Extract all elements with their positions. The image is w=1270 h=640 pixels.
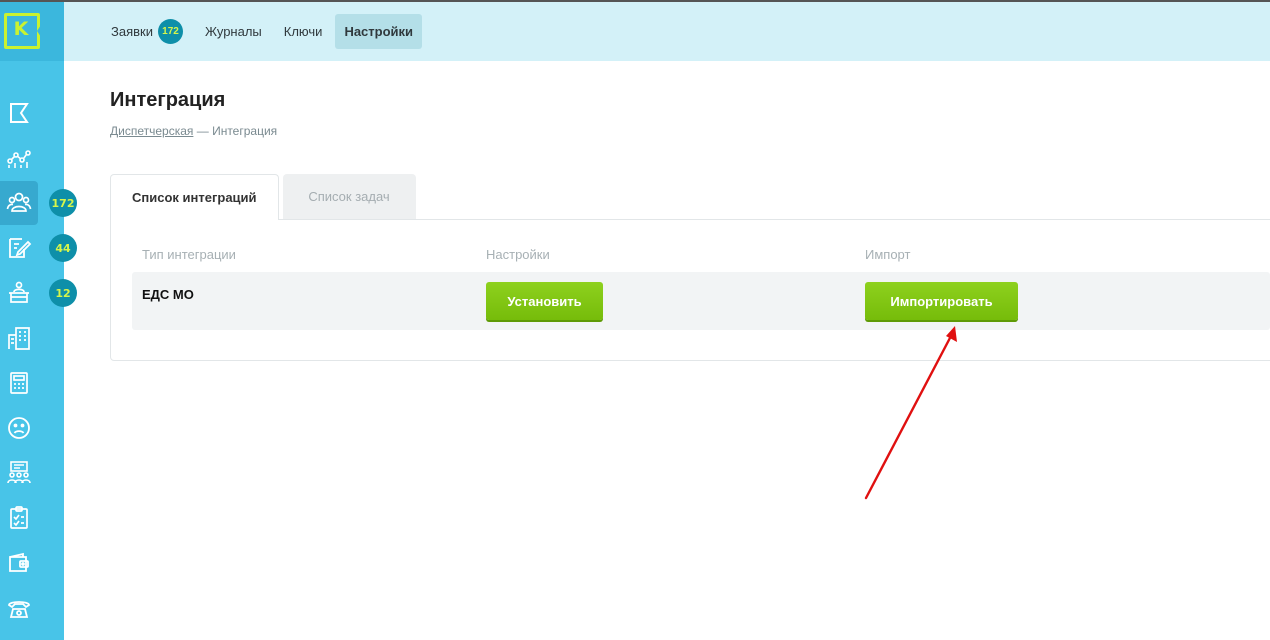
logo-letter: K bbox=[13, 18, 29, 40]
window-top-border bbox=[0, 0, 1270, 2]
breadcrumb-separator: — bbox=[193, 124, 213, 138]
sidebar-item-reception[interactable] bbox=[0, 271, 38, 315]
sidebar-item-complaints[interactable] bbox=[0, 406, 38, 450]
sidebar-item-calculator[interactable] bbox=[0, 361, 38, 405]
breadcrumb-link-dispatch[interactable]: Диспетчерская bbox=[110, 124, 193, 138]
sidebar-item-meetings[interactable] bbox=[0, 451, 38, 495]
meeting-icon bbox=[7, 461, 31, 484]
tab-requests-badge: 172 bbox=[157, 19, 183, 44]
import-button[interactable]: Импортировать bbox=[865, 282, 1018, 320]
tab-settings[interactable]: Настройки bbox=[335, 14, 423, 49]
top-header: Заявки 172 Журналы Ключи Настройки bbox=[64, 2, 1270, 61]
table-row bbox=[132, 272, 1270, 330]
logo: K bbox=[4, 13, 49, 49]
edit-document-icon bbox=[9, 238, 32, 258]
integration-type-cell: ЕДС МО bbox=[142, 287, 194, 302]
sidebar-item-tasks[interactable] bbox=[0, 496, 38, 540]
tab-journals-label: Журналы bbox=[204, 24, 262, 39]
column-header-type: Тип интеграции bbox=[142, 247, 236, 262]
building-icon bbox=[8, 327, 30, 350]
sidebar: K 172 44 12 bbox=[0, 0, 77, 640]
sidebar-item-buildings[interactable] bbox=[0, 316, 38, 360]
tab-requests[interactable]: Заявки 172 bbox=[102, 14, 192, 49]
tab-settings-label: Настройки bbox=[344, 24, 414, 39]
tab-requests-label: Заявки bbox=[111, 24, 153, 39]
sidebar-item-analytics[interactable] bbox=[0, 136, 38, 180]
reception-desk-icon bbox=[9, 281, 29, 303]
sidebar-item-calls[interactable] bbox=[0, 586, 38, 630]
analytics-icon bbox=[7, 150, 31, 168]
tab-keys-label: Ключи bbox=[283, 24, 323, 39]
calculator-icon bbox=[10, 372, 28, 394]
flag-icon bbox=[10, 103, 29, 123]
sidebar-item-requests-edit[interactable] bbox=[0, 226, 38, 270]
sidebar-item-payments[interactable] bbox=[0, 541, 38, 585]
tab-integrations-list[interactable]: Список интеграций bbox=[110, 174, 279, 220]
sidebar-item-users[interactable] bbox=[0, 181, 38, 225]
top-nav: Заявки 172 Журналы Ключи Настройки bbox=[102, 14, 426, 49]
content-tabs: Список интеграций Список задач bbox=[110, 174, 416, 220]
column-header-import: Импорт bbox=[865, 247, 911, 262]
sidebar-badge-users: 172 bbox=[49, 189, 77, 217]
tab-tasks-list[interactable]: Список задач bbox=[282, 174, 416, 219]
column-header-settings: Настройки bbox=[486, 247, 550, 262]
breadcrumb-current: Интеграция bbox=[212, 124, 278, 138]
phone-icon bbox=[8, 601, 30, 618]
sidebar-item-flag[interactable] bbox=[0, 91, 38, 135]
breadcrumb: Диспетчерская — Интеграция bbox=[110, 124, 277, 138]
logo-area[interactable]: K bbox=[0, 2, 64, 61]
tab-journals[interactable]: Журналы bbox=[196, 14, 271, 49]
sad-face-icon bbox=[8, 417, 30, 439]
clipboard-check-icon bbox=[10, 506, 28, 529]
install-button[interactable]: Установить bbox=[486, 282, 603, 320]
tab-keys[interactable]: Ключи bbox=[275, 14, 332, 49]
sidebar-badge-edit: 44 bbox=[49, 234, 77, 262]
users-group-icon bbox=[6, 192, 32, 212]
wallet-icon bbox=[9, 552, 29, 572]
sidebar-badge-reception: 12 bbox=[49, 279, 77, 307]
page-title: Интеграция bbox=[110, 89, 226, 111]
